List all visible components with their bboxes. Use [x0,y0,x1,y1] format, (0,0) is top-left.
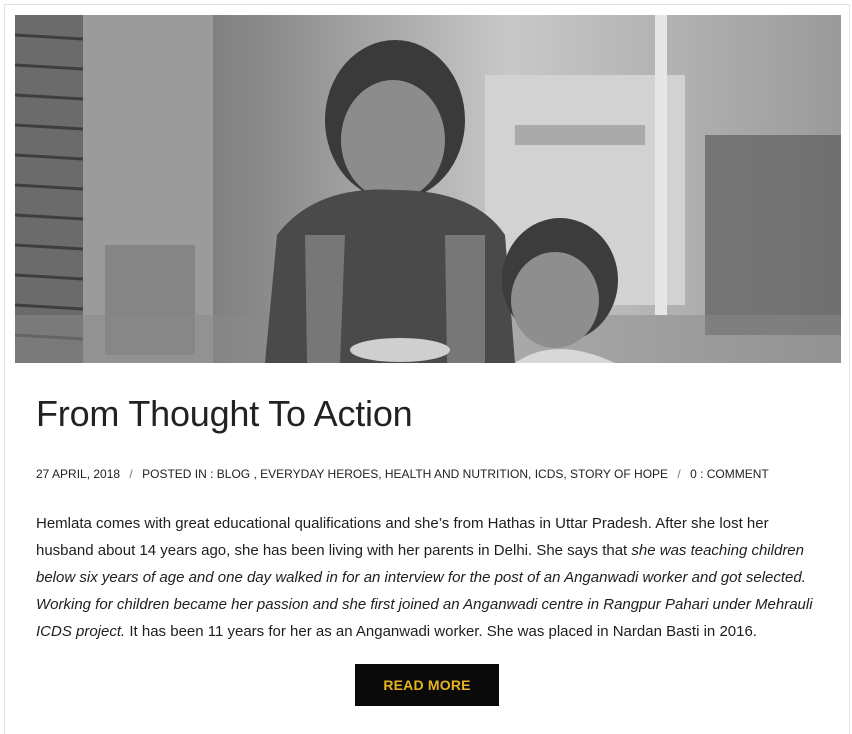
category-link-blog[interactable]: BLOG [217,467,250,481]
children-photo-image [15,15,841,363]
meta-separator: / [677,467,681,481]
post-date: 27 APRIL, 2018 [36,467,121,481]
comments-link[interactable]: 0 : COMMENT [690,467,769,481]
meta-separator: / [129,467,133,481]
category-link-story-of-hope[interactable]: STORY OF HOPE [570,467,668,481]
post-title[interactable]: From Thought To Action [36,393,413,435]
category-link-health-and-nutrition[interactable]: HEALTH AND NUTRITION [385,467,528,481]
posted-in-label: POSTED IN : [142,467,214,481]
category-link-everyday-heroes[interactable]: EVERYDAY HEROES [260,467,378,481]
excerpt-text-2: It has been 11 years for her as an Angan… [125,623,757,640]
post-excerpt: Hemlata comes with great educational qua… [36,510,826,645]
category-link-icds[interactable]: ICDS [535,467,564,481]
blog-post-card: From Thought To Action 27 APRIL, 2018 / … [4,4,850,734]
post-meta: 27 APRIL, 2018 / POSTED IN : BLOG , EVER… [36,467,769,481]
post-featured-image[interactable] [15,15,841,363]
read-more-button[interactable]: READ MORE [355,664,499,706]
